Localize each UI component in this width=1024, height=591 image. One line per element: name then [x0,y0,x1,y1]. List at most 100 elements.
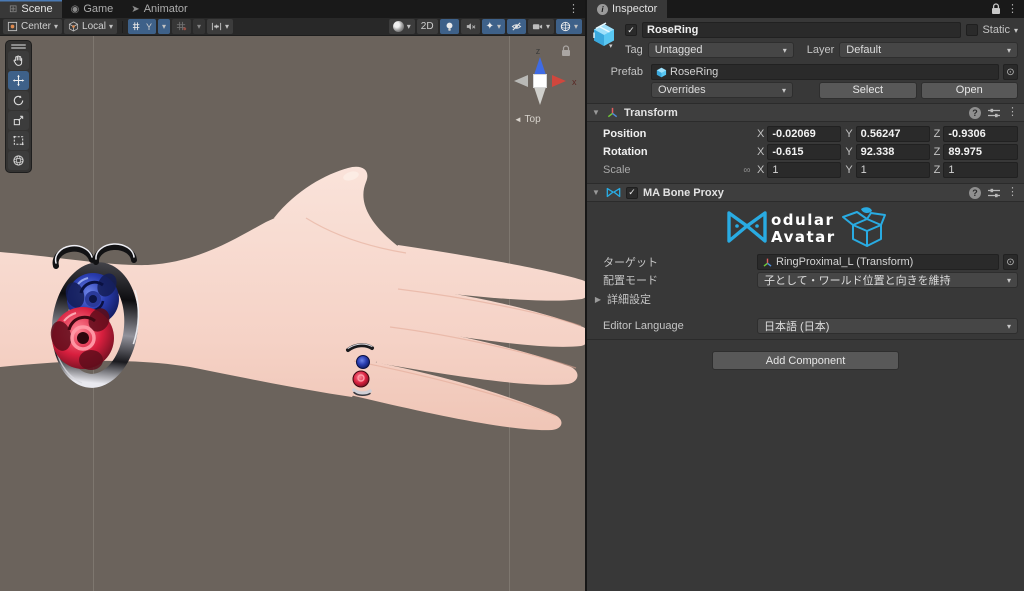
prefab-target-picker-icon[interactable]: ⊙ [1003,64,1018,80]
gizmos-toggle[interactable]: ▾ [555,19,582,34]
ma-bone-proxy-header[interactable]: ▼ ✓ MA Bone Proxy ? ⋮ [587,183,1024,202]
component-menu-kebab-icon[interactable]: ⋮ [1007,107,1018,118]
handle-space-button[interactable]: Local ▾ [64,19,117,34]
ma-mode-dropdown[interactable]: 子として・ワールド位置と向きを維持 ▾ [757,272,1018,288]
constrain-proportions-link-icon[interactable]: ∞ [739,165,755,176]
position-x-field[interactable]: -0.02069 [767,126,842,142]
tab-inspector-label: Inspector [612,3,658,15]
tab-scene[interactable]: ⊞ Scene [0,0,62,18]
effects-toggle[interactable]: ✦ ▾ [481,19,505,34]
transform-header[interactable]: ▼ Transform ? ⋮ [587,103,1024,122]
rotate-icon [13,95,24,106]
transform-axes-icon [763,258,772,267]
tag-label: Tag [625,44,643,56]
chevron-down-icon[interactable]: ▾ [609,42,613,50]
open-button[interactable]: Open [920,81,1018,99]
component-enabled-checkbox[interactable]: ✓ [626,186,638,199]
snap-increment-toggle[interactable] [171,19,191,34]
gizmo-neg-x-cone [514,75,528,87]
ma-target-label: ターゲット [603,257,658,269]
grid-snapping-button[interactable]: ▾ [207,19,234,34]
grid-axis-icon [132,22,140,31]
static-label: Static [982,24,1010,36]
help-icon[interactable]: ? [969,106,981,119]
transform-tool[interactable] [8,151,29,170]
rotate-tool[interactable] [8,91,29,110]
inspector-menu-kebab-icon[interactable]: ⋮ [1007,3,1018,15]
position-z-field[interactable]: -0.9306 [943,126,1018,142]
gizmo-view-label[interactable]: ◄ Top [514,114,541,125]
presets-icon[interactable] [988,188,1000,198]
ma-target-picker-icon[interactable]: ⊙ [1003,254,1018,270]
tab-scene-label: Scene [21,3,53,15]
lock-icon[interactable] [991,3,1001,15]
static-checkbox[interactable] [966,24,979,36]
lighting-toggle[interactable] [439,19,459,34]
audio-toggle[interactable] [460,19,480,34]
scale-z-field[interactable]: 1 [943,162,1018,178]
game-icon: ◉ [70,3,80,15]
modular-avatar-logo: odular Avatar [587,202,1024,253]
shading-mode-button[interactable]: ▾ [388,19,415,34]
gameobject-name-field[interactable]: RoseRing [642,22,962,38]
scale-tool[interactable] [8,111,29,130]
editor-language-dropdown[interactable]: 日本語 (日本) ▾ [757,318,1018,334]
unity-editor-window: ⊞ Scene ◉ Game ➤ Animator ⋮ Center ▾ Loc… [0,0,1024,591]
chevron-down-icon: ▾ [225,21,230,31]
presets-icon[interactable] [988,108,1000,118]
prefab-object-field[interactable]: RoseRing [651,64,999,80]
scale-x-field[interactable]: 1 [767,162,842,178]
ma-advanced-foldout[interactable]: ▶ 詳細設定 [587,289,1024,309]
scene-orientation-gizmo[interactable]: z x ◄ Top [498,38,584,133]
grid-visibility-dropdown[interactable]: ▾ [157,19,170,34]
tab-game[interactable]: ◉ Game [62,0,123,18]
rotation-z-field[interactable]: 89.975 [943,144,1018,160]
chevron-down-icon: ▾ [196,21,201,31]
overrides-dropdown[interactable]: Overrides ▾ [651,82,793,98]
component-menu-kebab-icon[interactable]: ⋮ [1007,187,1018,198]
tab-animator[interactable]: ➤ Animator [122,0,196,18]
2d-toggle[interactable]: 2D [416,19,438,34]
foldout-open-icon[interactable]: ▼ [591,188,601,197]
overlay-drag-handle[interactable] [11,43,26,50]
tag-dropdown[interactable]: Untagged ▾ [647,42,794,58]
select-button[interactable]: Select [819,81,917,99]
ma-target-object-field[interactable]: RingProximal_L (Transform) [757,254,999,270]
foldout-open-icon[interactable]: ▼ [591,108,601,117]
rotation-x-field[interactable]: -0.615 [767,144,842,160]
ma-mode-label: 配置モード [603,275,658,287]
transform-body: Position X -0.02069 Y 0.56247 Z -0.9306 Rot… [587,122,1024,183]
chevron-down-icon: ▾ [406,21,411,31]
position-y-field[interactable]: 0.56247 [855,126,930,142]
rect-tool[interactable] [8,131,29,150]
move-tool[interactable] [8,71,29,90]
rotation-y-field[interactable]: 92.338 [855,144,930,160]
view-hand-tool[interactable] [8,51,29,70]
tab-game-label: Game [83,3,114,15]
camera-settings-button[interactable]: ▾ [527,19,554,34]
help-icon[interactable]: ? [969,186,981,199]
transform-icon [13,155,24,166]
move-icon [12,74,25,87]
tab-animator-label: Animator [143,3,188,15]
chevron-down-icon: ▾ [1006,45,1011,55]
scene-tools-overlay [5,40,32,173]
scale-icon [13,115,24,126]
pivot-mode-button[interactable]: Center ▾ [3,19,63,34]
grid-visibility-toggle[interactable]: Y [127,19,156,34]
tab-inspector[interactable]: i Inspector [587,0,668,18]
active-checkbox[interactable]: ✓ [625,24,637,36]
scale-label: Scale [603,164,631,176]
static-dropdown-icon[interactable]: ▾ [1014,26,1018,35]
gizmo-x-axis-cone [552,75,566,87]
ma-target-row: ターゲット RingProximal_L (Transform) ⊙ [587,253,1024,271]
scene-viewport[interactable]: z x ◄ Top [0,36,585,591]
scene-visibility-toggle[interactable] [506,19,526,34]
chevron-down-icon: ▾ [545,21,550,31]
scale-y-field[interactable]: 1 [855,162,930,178]
snap-increment-dropdown[interactable]: ▾ [192,19,205,34]
layer-dropdown[interactable]: Default ▾ [839,42,1018,58]
scene-menu-kebab-icon[interactable]: ⋮ [568,3,579,15]
gizmo-z-axis-cone [534,57,546,75]
add-component-button[interactable]: Add Component [712,351,899,370]
